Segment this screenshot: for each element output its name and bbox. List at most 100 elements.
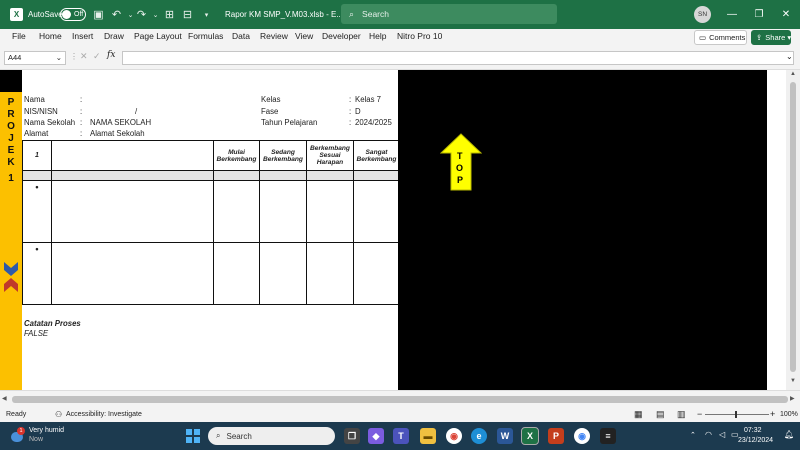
fx-icon[interactable]: fx xyxy=(107,50,115,60)
redo-dropdown-icon[interactable]: ⌄ xyxy=(149,0,162,29)
comments-button[interactable]: ▭ Comments xyxy=(694,30,747,45)
file-explorer-icon[interactable]: ▬ xyxy=(420,428,436,444)
tab-page-layout[interactable]: Page Layout xyxy=(134,31,182,41)
catatan-value[interactable]: FALSE xyxy=(24,329,48,338)
table-row: • xyxy=(22,180,400,243)
taskbar-search[interactable]: ⌕ Search xyxy=(208,427,335,445)
chrome-profile-icon[interactable]: ◉ xyxy=(574,428,590,444)
save-icon[interactable]: ▣ xyxy=(92,0,105,29)
chrome-icon[interactable]: ◉ xyxy=(446,428,462,444)
tab-home[interactable]: Home xyxy=(39,31,62,41)
zoom-slider[interactable] xyxy=(705,414,769,415)
autosave-toggle[interactable]: Off xyxy=(60,0,86,29)
form-icon[interactable]: ⊟ xyxy=(181,0,194,29)
volume-icon[interactable]: ◁ xyxy=(719,430,725,439)
undo-icon[interactable]: ↶ xyxy=(110,0,123,29)
notification-icon[interactable]: 🔔︎ xyxy=(784,430,794,439)
scroll-left-icon[interactable]: ◀ xyxy=(2,395,7,402)
minimize-icon[interactable]: — xyxy=(718,0,746,29)
zoom-level[interactable]: 100% xyxy=(780,411,798,418)
vertical-scrollbar[interactable]: ▲ ▼ xyxy=(786,70,800,390)
chevron-up-icon[interactable]: ⌃ xyxy=(690,431,696,439)
weather-sub[interactable]: Now xyxy=(29,436,43,443)
powerpoint-icon[interactable]: P xyxy=(548,428,564,444)
zoom-out-icon[interactable]: − xyxy=(697,409,702,419)
wifi-icon[interactable]: ◠ xyxy=(705,430,712,439)
clock-time[interactable]: 07:32 xyxy=(744,427,762,434)
table-cell[interactable] xyxy=(213,180,260,243)
header-mulai[interactable]: Mulai Berkembang xyxy=(213,140,260,171)
customize-toolbar-icon[interactable]: ▾ xyxy=(200,0,213,29)
search-icon: ⌕ xyxy=(349,8,355,19)
redo-icon[interactable]: ↷ xyxy=(135,0,148,29)
table-cell[interactable] xyxy=(353,242,400,305)
normal-view-icon[interactable]: ▦ xyxy=(634,409,643,420)
edge-icon[interactable]: e xyxy=(471,428,487,444)
formula-input[interactable] xyxy=(122,51,794,65)
tab-draw[interactable]: Draw xyxy=(104,31,124,41)
table-cell[interactable] xyxy=(353,180,400,243)
weather-title[interactable]: Very humid xyxy=(29,427,64,434)
table-number[interactable]: 1 xyxy=(22,140,52,171)
table-cell[interactable] xyxy=(51,242,214,305)
zoom-slider-thumb[interactable] xyxy=(735,411,737,418)
side-letter: E xyxy=(7,145,15,156)
table-cell[interactable] xyxy=(306,180,354,243)
tab-data[interactable]: Data xyxy=(232,31,250,41)
avatar[interactable]: SN xyxy=(694,6,711,23)
enter-icon[interactable]: ✓ xyxy=(93,51,101,62)
tab-formulas[interactable]: Formulas xyxy=(188,31,223,41)
horizontal-scrollbar[interactable]: ◀ ▶ xyxy=(0,390,800,408)
search-box[interactable]: ⌕ Search xyxy=(341,4,557,24)
scroll-up-icon[interactable]: ▲ xyxy=(790,71,796,77)
table-cell[interactable] xyxy=(51,180,214,243)
tab-view[interactable]: View xyxy=(295,31,313,41)
table-cell[interactable] xyxy=(51,140,214,171)
page-break-view-icon[interactable]: ▥ xyxy=(677,409,686,420)
weather-icon[interactable]: 1 xyxy=(11,427,25,442)
table-cell[interactable] xyxy=(213,242,260,305)
copilot-icon[interactable]: ◆ xyxy=(368,428,384,444)
tab-developer[interactable]: Developer xyxy=(322,31,361,41)
scroll-thumb[interactable] xyxy=(12,396,788,403)
tab-review[interactable]: Review xyxy=(260,31,288,41)
drag-handle-icon[interactable]: ⋮ xyxy=(70,52,78,61)
table-cell[interactable] xyxy=(259,242,307,305)
word-icon[interactable]: W xyxy=(497,428,513,444)
bullet[interactable]: • xyxy=(22,242,52,305)
task-view-icon[interactable]: ❐ xyxy=(344,428,360,444)
sekolah-label: Nama Sekolah xyxy=(24,118,76,127)
restore-icon[interactable]: ❐ xyxy=(745,0,773,29)
tab-insert[interactable]: Insert xyxy=(72,31,93,41)
accessibility-status[interactable]: Accessibility: Investigate xyxy=(66,411,142,418)
scroll-thumb[interactable] xyxy=(790,82,796,372)
taskbar-search-placeholder: Search xyxy=(226,431,252,441)
table-cell[interactable] xyxy=(306,242,354,305)
app-icon[interactable]: ≡ xyxy=(600,428,616,444)
side-letter: J xyxy=(8,133,14,144)
page-layout-view-icon[interactable]: ▤ xyxy=(656,409,665,420)
header-sesuai[interactable]: Berkembang Sesuai Harapan xyxy=(306,140,354,171)
accessibility-icon[interactable]: ⚇ xyxy=(55,410,62,419)
close-icon[interactable]: ✕ xyxy=(772,0,800,29)
bullet[interactable]: • xyxy=(22,180,52,243)
header-sedang[interactable]: Sedang Berkembang xyxy=(259,140,307,171)
table-cell[interactable] xyxy=(259,180,307,243)
share-button[interactable]: ⇪ Share ▾ xyxy=(751,30,791,45)
teams-icon[interactable]: T xyxy=(393,428,409,444)
tab-nitro[interactable]: Nitro Pro 10 xyxy=(397,31,442,41)
quick-print-icon[interactable]: ⊞ xyxy=(163,0,176,29)
clock-date[interactable]: 23/12/2024 xyxy=(738,437,773,444)
expand-formula-icon[interactable]: ⌄ xyxy=(786,52,793,61)
name-box[interactable]: A44 ⌄ xyxy=(4,51,66,65)
share-icon: ⇪ xyxy=(756,33,763,42)
windows-start-icon[interactable] xyxy=(185,428,201,444)
cancel-icon[interactable]: ✕ xyxy=(80,51,88,62)
tab-help[interactable]: Help xyxy=(369,31,386,41)
header-sangat[interactable]: Sangat Berkembang xyxy=(353,140,400,171)
scroll-down-icon[interactable]: ▼ xyxy=(790,378,796,384)
scroll-right-icon[interactable]: ▶ xyxy=(790,395,795,402)
tab-file[interactable]: File xyxy=(12,31,26,41)
zoom-in-icon[interactable]: + xyxy=(770,409,775,419)
excel-taskbar-icon[interactable]: X xyxy=(521,427,539,445)
